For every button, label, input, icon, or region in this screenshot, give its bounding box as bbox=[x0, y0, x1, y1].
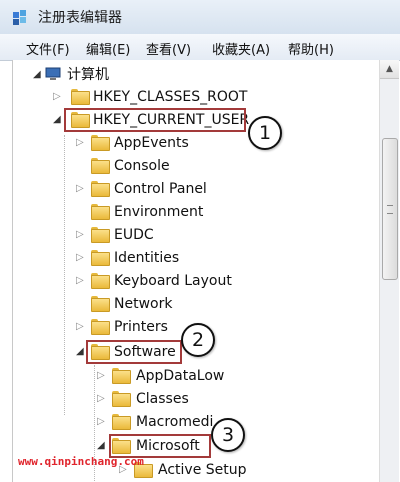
watermark-text: www.qinpinchang.com bbox=[18, 455, 144, 468]
expand-arrow-icon[interactable]: ▷ bbox=[76, 137, 84, 148]
folder-icon bbox=[91, 296, 110, 312]
scroll-up-arrow-icon[interactable]: ▲ bbox=[380, 60, 399, 79]
step-callout-3: 3 bbox=[211, 418, 245, 452]
folder-icon bbox=[91, 273, 110, 289]
menu-favorites[interactable]: 收藏夹(A) bbox=[212, 39, 270, 58]
tree-node-control-panel[interactable]: ▷ Control Panel bbox=[13, 179, 273, 199]
folder-icon bbox=[71, 89, 90, 105]
registry-editor-window: 注册表编辑器 文件(F) 编辑(E) 查看(V) 收藏夹(A) 帮助(H) ◢ … bbox=[0, 0, 400, 482]
folder-icon bbox=[91, 250, 110, 266]
folder-icon bbox=[112, 368, 131, 384]
tree-label: HKEY_CLASSES_ROOT bbox=[93, 89, 248, 105]
menu-edit[interactable]: 编辑(E) bbox=[86, 39, 130, 58]
tree-node-network[interactable]: Network bbox=[13, 294, 273, 314]
collapse-arrow-icon[interactable]: ◢ bbox=[76, 346, 84, 357]
tree-node-appdatalow[interactable]: ▷ AppDataLow bbox=[13, 366, 273, 386]
highlight-box-hkcu bbox=[64, 108, 246, 132]
folder-icon bbox=[91, 204, 110, 220]
collapse-arrow-icon[interactable]: ◢ bbox=[53, 114, 61, 125]
tree-label: Environment bbox=[114, 204, 204, 220]
tree-label: Network bbox=[114, 296, 173, 312]
tree-node-appevents[interactable]: ▷ AppEvents bbox=[13, 133, 273, 153]
tree-label: AppEvents bbox=[114, 135, 189, 151]
menu-view[interactable]: 查看(V) bbox=[146, 39, 191, 58]
window-title: 注册表编辑器 bbox=[38, 10, 122, 26]
tree-label: Printers bbox=[114, 319, 168, 335]
folder-icon bbox=[91, 135, 110, 151]
tree-label: Identities bbox=[114, 250, 180, 266]
expand-arrow-icon[interactable]: ▷ bbox=[97, 416, 105, 427]
registry-tree: ◢ 计算机 ▷ HKEY_CLASSES_ROOT ◢ HKEY_CURRENT… bbox=[12, 60, 380, 482]
highlight-box-software bbox=[86, 340, 182, 364]
regedit-icon bbox=[13, 10, 26, 25]
folder-icon bbox=[91, 181, 110, 197]
menu-bar: 文件(F) 编辑(E) 查看(V) 收藏夹(A) 帮助(H) bbox=[0, 34, 400, 61]
tree-label: AppDataLow bbox=[136, 368, 225, 384]
folder-icon bbox=[91, 319, 110, 335]
folder-icon bbox=[112, 414, 131, 430]
tree-label: Active Setup bbox=[158, 462, 247, 478]
tree-label: Keyboard Layout bbox=[114, 273, 232, 289]
expand-arrow-icon[interactable]: ▷ bbox=[76, 229, 84, 240]
computer-icon bbox=[45, 67, 61, 80]
tree-label: Console bbox=[114, 158, 170, 174]
expand-arrow-icon[interactable]: ▷ bbox=[76, 275, 84, 286]
tree-label: Macromedi bbox=[136, 414, 214, 430]
grip-icon bbox=[387, 205, 393, 214]
tree-node-eudc[interactable]: ▷ EUDC bbox=[13, 225, 273, 245]
vertical-scrollbar[interactable]: ▲ bbox=[379, 60, 399, 482]
title-bar: 注册表编辑器 bbox=[0, 0, 400, 35]
collapse-arrow-icon[interactable]: ◢ bbox=[97, 440, 105, 451]
expand-arrow-icon[interactable]: ▷ bbox=[76, 252, 84, 263]
folder-icon bbox=[91, 158, 110, 174]
tree-node-environment[interactable]: Environment bbox=[13, 202, 273, 222]
expand-arrow-icon[interactable]: ▷ bbox=[76, 321, 84, 332]
tree-node-console[interactable]: Console bbox=[13, 156, 273, 176]
tree-label: EUDC bbox=[114, 227, 154, 243]
expand-arrow-icon[interactable]: ▷ bbox=[97, 393, 105, 404]
tree-node-computer[interactable]: ◢ 计算机 bbox=[13, 65, 213, 85]
step-callout-2: 2 bbox=[181, 323, 215, 357]
tree-node-hkey-classes-root[interactable]: ▷ HKEY_CLASSES_ROOT bbox=[13, 87, 273, 107]
expand-arrow-icon[interactable]: ▷ bbox=[53, 91, 61, 102]
tree-node-identities[interactable]: ▷ Identities bbox=[13, 248, 273, 268]
tree-label-computer: 计算机 bbox=[67, 67, 109, 83]
tree-label: Control Panel bbox=[114, 181, 207, 197]
menu-file[interactable]: 文件(F) bbox=[26, 39, 70, 58]
scrollbar-thumb[interactable] bbox=[382, 138, 398, 280]
tree-node-printers[interactable]: ▷ Printers bbox=[13, 317, 273, 337]
collapse-arrow-icon[interactable]: ◢ bbox=[33, 69, 41, 80]
expand-arrow-icon[interactable]: ▷ bbox=[76, 183, 84, 194]
menu-help[interactable]: 帮助(H) bbox=[288, 39, 334, 58]
tree-node-classes[interactable]: ▷ Classes bbox=[13, 389, 273, 409]
tree-node-keyboard-layout[interactable]: ▷ Keyboard Layout bbox=[13, 271, 273, 291]
tree-label: Classes bbox=[136, 391, 189, 407]
folder-icon bbox=[112, 391, 131, 407]
expand-arrow-icon[interactable]: ▷ bbox=[97, 370, 105, 381]
folder-icon bbox=[91, 227, 110, 243]
